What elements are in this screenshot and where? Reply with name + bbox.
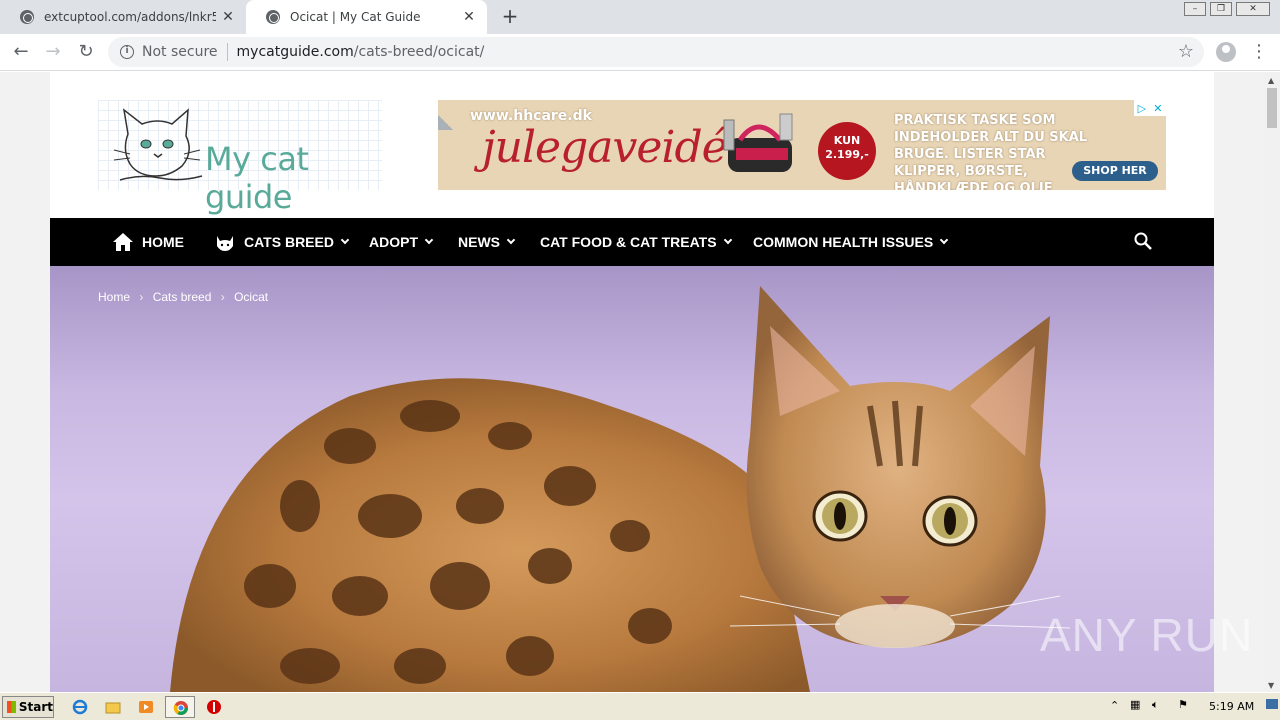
folder-icon[interactable] — [105, 699, 121, 715]
close-icon[interactable]: ✕ — [457, 9, 481, 25]
breadcrumb-separator: › — [139, 290, 144, 304]
start-button[interactable]: Start — [2, 696, 54, 718]
maximize-button[interactable]: ❐ — [1210, 2, 1232, 16]
nav-label: ADOPT — [369, 234, 418, 250]
url-host: mycatguide.com — [236, 44, 354, 60]
breadcrumb-separator: › — [220, 290, 225, 304]
breadcrumb-home[interactable]: Home — [98, 290, 130, 304]
nav-label: NEWS — [458, 234, 500, 250]
ad-banner[interactable]: www.hhcare.dk julegaveidé KUN 2.199,- PR… — [438, 100, 1166, 190]
breadcrumb: Home › Cats breed › Ocicat — [98, 290, 274, 304]
home-icon — [113, 233, 133, 251]
chrome-icon — [173, 701, 188, 715]
nav-health-issues[interactable]: COMMON HEALTH ISSUES — [753, 218, 949, 266]
site-logo[interactable]: My cat guide — [98, 100, 382, 216]
nav-label: CATS BREED — [244, 234, 334, 250]
info-icon[interactable]: i — [120, 45, 134, 59]
anyrun-watermark: ANY RUN — [1040, 609, 1254, 661]
main-nav: HOME CATS BREED ADOPT NEWS CAT FOOD & CA… — [50, 218, 1214, 266]
divider — [226, 43, 228, 61]
breadcrumb-current: Ocicat — [234, 290, 269, 304]
nav-news[interactable]: NEWS — [458, 218, 516, 266]
chevron-down-icon — [939, 235, 949, 245]
browser-menu-icon[interactable]: ⋮ — [1250, 40, 1268, 64]
nav-label: COMMON HEALTH ISSUES — [753, 234, 934, 250]
browser-toolbar: ← → ↻ i Not secure mycatguide.com /cats-… — [0, 34, 1280, 71]
ad-bag-image — [723, 113, 793, 172]
windows-taskbar: Start ⌃ ▦ 🔈︎ ⚑ 5:19 AM — [0, 692, 1280, 720]
url-path: /cats-breed/ocicat/ — [353, 44, 485, 60]
volume-icon[interactable]: 🔈︎ — [1152, 698, 1159, 712]
scroll-down-icon[interactable]: ▼ — [1268, 681, 1274, 690]
ad-price-line1: KUN — [833, 134, 861, 147]
page-scrollbar[interactable]: ▲ ▼ — [1264, 72, 1280, 692]
tab-title: Ocicat | My Cat Guide — [290, 10, 421, 24]
globe-icon — [20, 10, 34, 24]
browser-tabstrip: extcuptool.com/addons/lnkr5.min.js ✕ Oci… — [0, 0, 1280, 34]
minimize-button[interactable]: – — [1184, 2, 1206, 16]
nav-cat-food[interactable]: CAT FOOD & CAT TREATS — [540, 218, 732, 266]
nav-cats-breed[interactable]: CATS BREED — [214, 218, 350, 266]
stop-icon[interactable] — [206, 699, 222, 715]
system-tray: ⌃ ▦ 🔈︎ ⚑ 5:19 AM — [1106, 695, 1280, 719]
close-window-button[interactable]: ✕ — [1236, 2, 1270, 16]
adchoices-icon[interactable]: ▷ — [1138, 102, 1146, 115]
tray-expand-icon[interactable]: ⌃ — [1110, 699, 1119, 712]
forward-button[interactable]: → — [41, 40, 65, 64]
new-tab-button[interactable]: + — [498, 5, 522, 29]
chevron-down-icon — [506, 235, 516, 245]
nav-adopt[interactable]: ADOPT — [369, 218, 434, 266]
clock[interactable]: 5:19 AM — [1209, 700, 1254, 713]
ad-price-badge: KUN 2.199,- — [818, 122, 876, 180]
browser-tab-2[interactable]: Ocicat | My Cat Guide ✕ — [246, 0, 487, 34]
chrome-taskbar-button[interactable] — [165, 696, 195, 718]
browser-tab-1[interactable]: extcuptool.com/addons/lnkr5.min.js ✕ — [0, 0, 246, 34]
close-icon[interactable]: ✕ — [216, 9, 240, 25]
flag-icon[interactable]: ⚑ — [1178, 698, 1188, 711]
site-container: My cat guide www.hhcare.dk julegaveidé K… — [50, 72, 1214, 692]
address-bar[interactable]: i Not secure mycatguide.com /cats-breed/… — [108, 37, 1204, 67]
show-desktop-icon[interactable] — [1266, 699, 1278, 709]
profile-avatar-icon[interactable] — [1216, 42, 1236, 62]
cat-icon — [217, 236, 233, 251]
page-viewport: My cat guide www.hhcare.dk julegaveidé K… — [0, 72, 1264, 692]
ie-icon[interactable] — [72, 699, 88, 715]
globe-icon — [266, 10, 280, 24]
ad-choices[interactable]: ▷ ✕ — [1134, 100, 1166, 116]
media-player-icon[interactable] — [138, 699, 154, 715]
network-icon[interactable]: ▦ — [1130, 698, 1140, 711]
nav-label: HOME — [142, 234, 184, 250]
nav-label: CAT FOOD & CAT TREATS — [540, 234, 717, 250]
start-label: Start — [18, 700, 53, 714]
scroll-up-icon[interactable]: ▲ — [1268, 76, 1274, 85]
close-ad-icon[interactable]: ✕ — [1153, 102, 1162, 115]
windows-logo-icon — [7, 701, 16, 713]
security-label: Not secure — [142, 44, 218, 60]
scrollbar-thumb[interactable] — [1267, 88, 1277, 128]
logo-text: My cat guide — [205, 140, 309, 216]
chevron-down-icon — [340, 235, 350, 245]
breadcrumb-cats-breed[interactable]: Cats breed — [153, 290, 212, 304]
cat-logo-icon — [113, 108, 203, 181]
ad-shop-button[interactable]: SHOP HER — [1072, 161, 1158, 181]
ad-headline: julegaveidé — [482, 122, 728, 173]
ad-decoration — [438, 100, 468, 130]
bookmark-star-icon[interactable]: ☆ — [1178, 41, 1194, 62]
search-icon[interactable] — [1134, 232, 1152, 250]
reload-button[interactable]: ↻ — [74, 40, 98, 64]
nav-home[interactable]: HOME — [112, 218, 184, 266]
tab-title: extcuptool.com/addons/lnkr5.min.js — [44, 10, 216, 24]
chevron-down-icon — [723, 235, 732, 245]
back-button[interactable]: ← — [9, 40, 33, 64]
chevron-down-icon — [424, 235, 434, 245]
ad-price-line2: 2.199,- — [825, 148, 869, 161]
